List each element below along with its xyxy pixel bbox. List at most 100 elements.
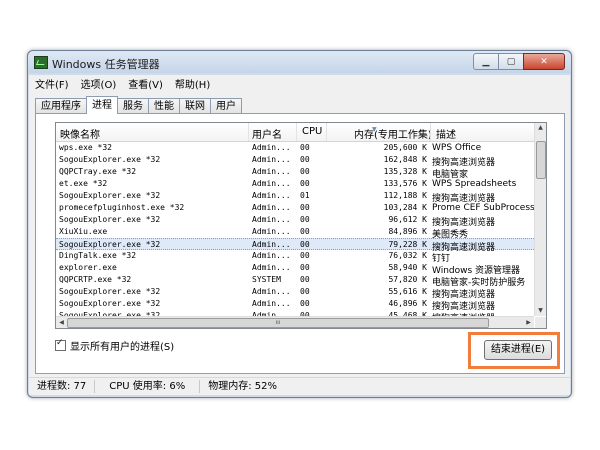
process-user-name: Admin... xyxy=(252,227,291,236)
process-cpu: 00 xyxy=(300,179,310,188)
process-memory: 76,032 K xyxy=(388,251,427,260)
table-row[interactable]: SogouExplorer.exe *32 Admin... 00 96,612 K搜… xyxy=(56,214,534,228)
tab-processes[interactable]: 进程 xyxy=(86,96,118,114)
process-cpu: 01 xyxy=(300,191,310,200)
process-image-name: SogouExplorer.exe *32 xyxy=(59,215,161,224)
process-memory: 57,820 K xyxy=(388,275,427,284)
tab-strip: 应用程序 进程 服务 性能 联网 用户 xyxy=(35,96,242,114)
status-cpu-usage: CPU 使用率: 6% xyxy=(95,380,201,393)
table-row[interactable]: SogouExplorer.exe *32 Admin... 00 55,616 K搜… xyxy=(56,286,534,300)
menu-options[interactable]: 选项(O) xyxy=(75,76,123,91)
process-image-name: SogouExplorer.exe *32 xyxy=(59,240,161,249)
task-manager-icon xyxy=(34,56,48,69)
table-row[interactable]: QQPCRTP.exe *32 SYSTEM 00 57,820 K 电脑管家-实时防护… xyxy=(56,274,534,288)
tab-networking[interactable]: 联网 xyxy=(179,98,211,114)
process-memory: 112,188 K xyxy=(383,191,427,200)
tab-applications[interactable]: 应用程序 xyxy=(35,98,87,114)
process-memory: 55,616 K xyxy=(388,287,427,296)
table-row[interactable]: explorer.exe Admin... 00 58,940 K Windows 资源… xyxy=(56,262,534,276)
minimize-button[interactable]: ▁ xyxy=(473,53,499,70)
process-cpu: 00 xyxy=(300,227,310,236)
menu-bar: 文件(F) 选项(O) 查看(V) 帮助(H) xyxy=(29,75,570,92)
scroll-right-icon[interactable]: ▶ xyxy=(523,317,534,328)
process-image-name: wps.exe *32 xyxy=(59,143,112,152)
process-cpu: 00 xyxy=(300,143,310,152)
process-cpu: 00 xyxy=(300,167,310,176)
process-memory: 133,576 K xyxy=(383,179,427,188)
table-row[interactable]: SogouExplorer.exe *32 Admin... 00 46,896 K搜… xyxy=(56,298,534,312)
tab-services[interactable]: 服务 xyxy=(117,98,149,114)
column-divider[interactable] xyxy=(296,123,297,141)
process-user-name: SYSTEM xyxy=(252,275,281,284)
process-image-name: QQPCTray.exe *32 xyxy=(59,167,137,176)
window-controls: ▁ ▢ ✕ xyxy=(473,53,565,70)
show-all-users-label: 显示所有用户的进程(S) xyxy=(70,342,175,353)
process-image-name: explorer.exe xyxy=(59,263,117,272)
process-user-name: Admin... xyxy=(252,179,291,188)
process-image-name: SogouExplorer.exe *32 xyxy=(59,155,161,164)
close-button[interactable]: ✕ xyxy=(523,53,565,70)
process-image-name: SogouExplorer.exe *32 xyxy=(59,287,161,296)
show-all-users-checkbox[interactable] xyxy=(55,338,66,351)
table-row[interactable]: XiuXiu.exe Admin... 00 84,896 K 美图秀秀 xyxy=(56,226,534,240)
scroll-left-icon[interactable]: ◀ xyxy=(56,317,67,328)
table-row[interactable]: promecefpluginhost.exe *32 Admin... 00 103,… xyxy=(56,202,534,214)
table-row[interactable]: et.exe *32 Admin... 00 133,576 K WPS Spreads… xyxy=(56,178,534,190)
status-process-count: 进程数: 77 xyxy=(29,380,96,393)
process-memory: 96,612 K xyxy=(388,215,427,224)
process-image-name: SogouExplorer.exe *32 xyxy=(59,299,161,308)
tab-performance[interactable]: 性能 xyxy=(148,98,180,114)
column-divider[interactable] xyxy=(248,123,249,141)
process-user-name: Admin... xyxy=(252,215,291,224)
column-memory[interactable]: 内存(专用工作集) xyxy=(354,126,432,141)
table-row[interactable]: QQPCTray.exe *32 Admin... 00 135,328 K 电脑管家 xyxy=(56,166,534,180)
process-memory: 79,228 K xyxy=(388,240,427,249)
column-image-name[interactable]: 映像名称 xyxy=(60,126,100,141)
vertical-scroll-thumb[interactable] xyxy=(536,141,546,179)
process-memory: 205,600 K xyxy=(383,143,427,152)
column-user-name[interactable]: 用户名 xyxy=(252,126,282,141)
horizontal-scroll-thumb[interactable]: ııı xyxy=(67,318,489,328)
table-row[interactable]: SogouExplorer.exe *32 Admin... 00 162,848 K… xyxy=(56,154,534,168)
process-cpu: 00 xyxy=(300,203,310,212)
process-description: WPS Spreadsheets xyxy=(432,179,517,189)
process-cpu: 00 xyxy=(300,287,310,296)
process-user-name: Admin... xyxy=(252,287,291,296)
menu-help[interactable]: 帮助(H) xyxy=(169,76,216,91)
title-bar[interactable]: Windows 任务管理器 ▁ ▢ ✕ xyxy=(28,51,571,73)
process-user-name: Admin... xyxy=(252,155,291,164)
show-all-users-option[interactable]: 显示所有用户的进程(S) xyxy=(55,338,174,353)
process-memory: 162,848 K xyxy=(383,155,427,164)
horizontal-scrollbar[interactable]: ◀ ııı ▶ xyxy=(56,316,534,328)
process-cpu: 00 xyxy=(300,263,310,272)
scroll-down-icon[interactable]: ▼ xyxy=(535,306,546,316)
window-title: Windows 任务管理器 xyxy=(52,58,160,71)
process-cpu: 00 xyxy=(300,215,310,224)
maximize-button[interactable]: ▢ xyxy=(498,53,524,70)
table-row[interactable]: DingTalk.exe *32 Admin... 00 76,032 K 钉钉 xyxy=(56,250,534,264)
scroll-up-icon[interactable]: ▲ xyxy=(535,123,546,133)
column-cpu[interactable]: CPU xyxy=(302,126,322,137)
process-user-name: Admin... xyxy=(252,240,291,249)
column-divider[interactable] xyxy=(430,123,431,141)
process-description: Prome CEF SubProcess xyxy=(432,203,534,213)
process-image-name: XiuXiu.exe xyxy=(59,227,108,236)
process-cpu: 00 xyxy=(300,251,310,260)
process-user-name: Admin... xyxy=(252,251,291,260)
table-row[interactable]: wps.exe *32 Admin... 00 205,600 K WPS Office xyxy=(56,142,534,154)
table-row[interactable]: SogouExplorer.exe *32 Admin... 00 79,228 K搜… xyxy=(56,238,534,253)
process-description: WPS Office xyxy=(432,143,482,153)
table-row[interactable]: SogouExplorer.exe *32 Admin... 01 112,188 K… xyxy=(56,190,534,204)
status-physical-memory: 物理内存: 52% xyxy=(208,381,277,392)
column-description[interactable]: 描述 xyxy=(436,126,456,141)
status-bar: 进程数: 77 CPU 使用率: 6% 物理内存: 52% xyxy=(29,377,570,395)
process-user-name: Admin... xyxy=(252,191,291,200)
menu-view[interactable]: 查看(V) xyxy=(122,76,169,91)
vertical-scrollbar[interactable]: ▲ ▼ xyxy=(534,123,546,316)
process-memory: 103,284 K xyxy=(383,203,427,212)
list-header: 映像名称 用户名 CPU ▼ 内存(专用工作集) 描述 xyxy=(56,123,534,142)
menu-file[interactable]: 文件(F) xyxy=(29,76,75,91)
process-image-name: promecefpluginhost.exe *32 xyxy=(59,203,185,212)
column-divider[interactable] xyxy=(326,123,327,141)
tab-users[interactable]: 用户 xyxy=(210,98,242,114)
